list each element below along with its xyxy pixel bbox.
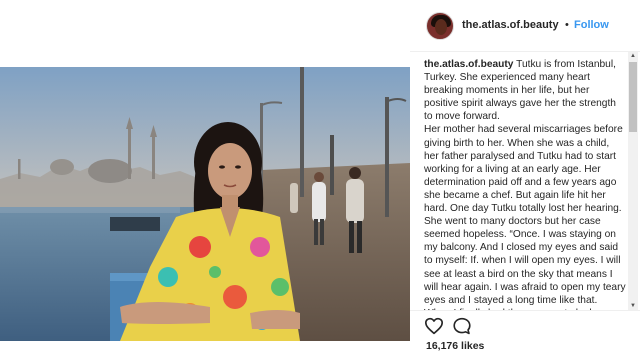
scroll-down-arrow-icon[interactable]: ▼ <box>628 302 638 310</box>
heart-icon[interactable] <box>424 317 444 335</box>
separator-dot: • <box>565 19 569 31</box>
likes-count[interactable]: 16,176 likes <box>426 340 484 352</box>
scroll-up-arrow-icon[interactable]: ▲ <box>628 52 638 60</box>
follow-button[interactable]: Follow <box>574 19 609 31</box>
post-header: the.atlas.of.beauty • Follow <box>410 0 640 52</box>
caption: the.atlas.of.beauty Tutku is from Istanb… <box>424 58 626 310</box>
profile-handle-link[interactable]: the.atlas.of.beauty <box>462 19 559 31</box>
comment-icon[interactable] <box>452 317 472 335</box>
caption-container[interactable]: the.atlas.of.beauty Tutku is from Istanb… <box>424 58 626 310</box>
post-sidebar: the.atlas.of.beauty • Follow the.atlas.o… <box>410 0 640 354</box>
caption-first-paragraph: the.atlas.of.beauty Tutku is from Istanb… <box>424 58 626 123</box>
avatar[interactable] <box>426 12 454 40</box>
post-actions: 16,176 likes <box>410 310 640 354</box>
caption-username-link[interactable]: the.atlas.of.beauty <box>424 59 513 70</box>
scroll-thumb[interactable] <box>629 62 637 132</box>
caption-text-2: Her mother had several miscarriages befo… <box>424 124 626 310</box>
caption-scrollbar[interactable]: ▲ ▼ <box>628 52 638 310</box>
post-photo[interactable] <box>0 67 410 341</box>
avatar-face <box>435 19 447 35</box>
photo-pane <box>0 0 410 354</box>
